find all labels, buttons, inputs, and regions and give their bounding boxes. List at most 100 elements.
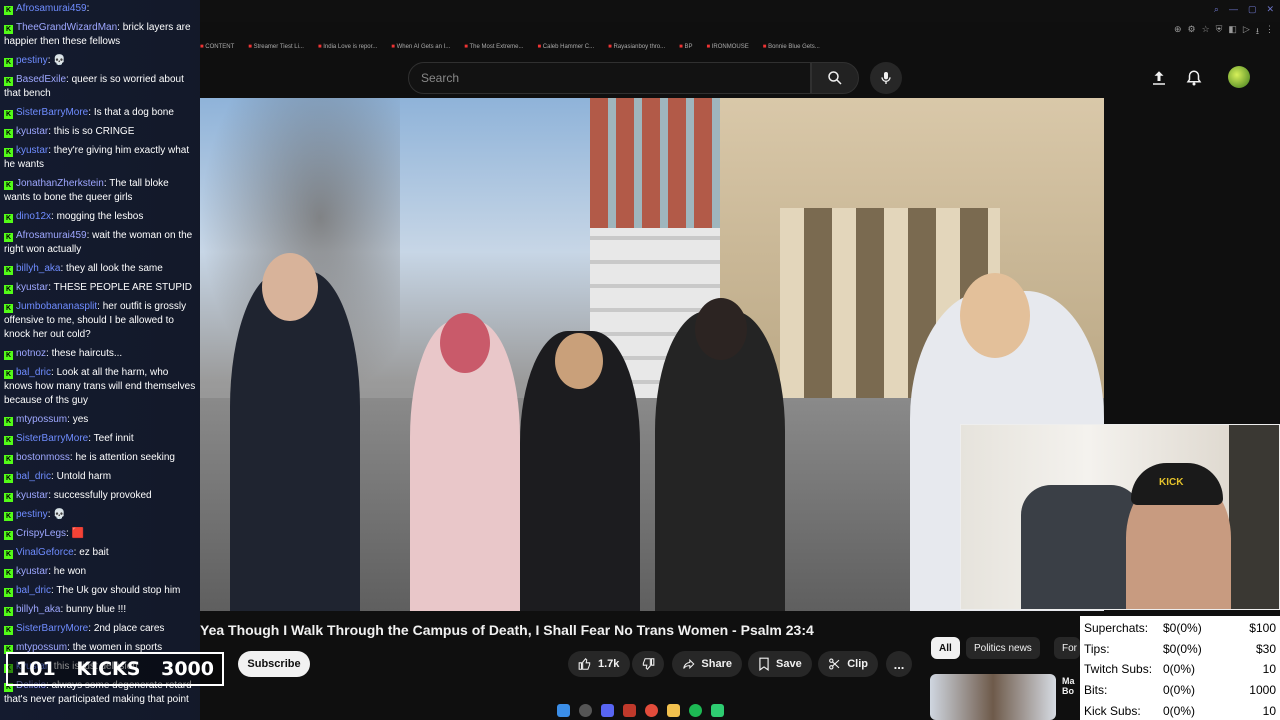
search-button[interactable] — [811, 62, 859, 94]
bookmark-item[interactable]: The Most Extreme... — [464, 44, 523, 50]
chat-username[interactable]: bal_dric — [16, 367, 51, 378]
video-person-head — [262, 253, 318, 321]
create-upload-button[interactable] — [1147, 66, 1171, 90]
chat-message: K JonathanZherkstein: The tall bloke want… — [4, 178, 169, 203]
subscribe-button[interactable]: Subscribe — [238, 651, 310, 677]
chat-username[interactable]: kyustar — [16, 145, 48, 156]
chat-username[interactable]: Afrosamurai459 — [16, 3, 87, 14]
chat-username[interactable]: VinalGeforce — [16, 547, 74, 558]
clip-button[interactable]: Clip — [818, 651, 878, 677]
menu-icon[interactable]: ⋮ — [1265, 24, 1274, 40]
discord-icon[interactable] — [600, 703, 614, 717]
chat-username[interactable]: kyustar — [16, 490, 48, 501]
windows-start-icon[interactable] — [556, 703, 570, 717]
chip-for-you[interactable]: For — [1054, 637, 1080, 659]
minimize-icon[interactable]: — — [1229, 4, 1238, 15]
app-icon[interactable] — [710, 703, 724, 717]
search-icon[interactable]: ⌕ — [1214, 4, 1219, 15]
bookmark-item[interactable]: India Love is repor... — [318, 44, 377, 50]
search-input[interactable]: Search — [408, 62, 811, 94]
like-button[interactable]: 1.7k — [568, 651, 630, 677]
up-next-title[interactable]: Ma Bo — [1062, 676, 1082, 696]
chat-username[interactable]: dino12x — [16, 211, 51, 222]
webcam-curtain — [1229, 425, 1279, 609]
chat-username[interactable]: CrispyLegs — [16, 528, 66, 539]
app-icon[interactable] — [622, 703, 636, 717]
stream-chat: K Afrosamurai459: K TheeGrandWizardMan: br… — [0, 0, 200, 720]
bookmarks-bar: CONTENT Streamer Tiest Li... India Love is… — [200, 40, 880, 54]
chat-username[interactable]: SisterBarryMore — [16, 107, 88, 118]
chat-username[interactable]: SisterBarryMore — [16, 623, 88, 634]
voice-search-button[interactable] — [870, 62, 902, 94]
chat-username[interactable]: mtypossum — [16, 414, 67, 425]
taskbar — [540, 700, 740, 720]
bookmark-item[interactable]: Caleb Hammer C... — [538, 44, 594, 50]
play-icon[interactable]: ▷ — [1243, 24, 1250, 40]
save-label: Save — [776, 658, 802, 670]
bookmark-item[interactable]: CONTENT — [200, 44, 234, 50]
webcam-overlay: KICK — [960, 424, 1280, 610]
stream-screen: ⌕ — ▢ ✕ ⊕ ⚙ ☆ ⛨ ◧ ▷ ⭳ ⋮ CONTENT Streamer … — [0, 0, 1280, 720]
folder-icon[interactable] — [666, 703, 680, 717]
chat-username[interactable]: kyustar — [16, 566, 48, 577]
chip-politics-news[interactable]: Politics news — [966, 637, 1040, 659]
chat-text: he is attention seeking — [75, 452, 175, 463]
thumbs-up-icon — [578, 657, 591, 670]
extension-icon[interactable]: ◧ — [1228, 24, 1237, 40]
kick-badge-icon: K — [4, 550, 13, 559]
kick-badge-icon: K — [4, 304, 13, 313]
bookmark-item[interactable]: Bonnie Blue Gets... — [763, 44, 820, 50]
dislike-button[interactable] — [632, 651, 664, 677]
avatar[interactable] — [1228, 66, 1250, 88]
download-icon[interactable]: ⭳ — [1256, 24, 1259, 40]
video-person-head — [555, 333, 603, 389]
chat-username[interactable]: pestiny — [16, 509, 48, 520]
settings-icon[interactable]: ⚙ — [1187, 24, 1195, 40]
chat-username[interactable]: Jumbobananasplit — [16, 301, 97, 312]
chat-message: Kkyustar: THESE PEOPLE ARE STUPID — [4, 282, 192, 294]
notifications-button[interactable] — [1182, 66, 1206, 90]
close-icon[interactable]: ✕ — [1266, 4, 1274, 15]
spotify-icon[interactable] — [688, 703, 702, 717]
taskbar-search-icon[interactable] — [578, 703, 592, 717]
kick-badge-icon: K — [4, 370, 13, 379]
bookmark-item[interactable]: When AI Gets an I... — [391, 44, 451, 50]
chat-message: K Afrosamurai459: wait the woman on the r… — [4, 230, 193, 255]
chat-username[interactable]: notnoz — [16, 348, 46, 359]
zoom-icon[interactable]: ⊕ — [1174, 24, 1182, 40]
chat-username[interactable]: billyh_aka — [16, 604, 60, 615]
bookmark-item[interactable]: IRONMOUSE — [706, 44, 749, 50]
share-button[interactable]: Share — [672, 651, 742, 677]
save-button[interactable]: Save — [748, 651, 812, 677]
window-controls[interactable]: ⌕ — ▢ ✕ — [1214, 4, 1274, 15]
donation-progress: $0(0%) — [1163, 621, 1202, 636]
bookmark-item[interactable]: Rayasianboy thro... — [608, 44, 665, 50]
chat-username[interactable]: bostonmoss — [16, 452, 70, 463]
like-count: 1.7k — [598, 658, 620, 670]
chat-username[interactable]: pestiny — [16, 55, 48, 66]
bookmark-item[interactable]: Streamer Tiest Li... — [248, 44, 304, 50]
shield-icon[interactable]: ⛨ — [1216, 24, 1223, 40]
upload-icon — [1153, 71, 1165, 85]
chat-username[interactable]: kyustar — [16, 282, 48, 293]
chat-username[interactable]: SisterBarryMore — [16, 433, 88, 444]
kicks-count: 101 — [16, 658, 56, 680]
bookmark-item[interactable]: BP — [679, 44, 692, 50]
chat-username[interactable]: bal_dric — [16, 585, 51, 596]
star-icon[interactable]: ☆ — [1202, 24, 1210, 40]
chat-username[interactable]: TheeGrandWizardMan — [16, 22, 117, 33]
up-next-thumbnail[interactable] — [930, 674, 1056, 720]
chat-username[interactable]: billyh_aka — [16, 263, 60, 274]
chat-username[interactable]: BasedExile — [16, 74, 66, 85]
chip-all[interactable]: All — [931, 637, 960, 659]
kick-badge-icon: K — [4, 417, 13, 426]
chat-username[interactable]: Afrosamurai459 — [16, 230, 87, 241]
more-actions-button[interactable]: ... — [886, 651, 912, 677]
chat-username[interactable]: JonathanZherkstein — [16, 178, 104, 189]
chat-username[interactable]: kyustar — [16, 126, 48, 137]
maximize-icon[interactable]: ▢ — [1248, 4, 1257, 15]
kick-badge-icon: K — [4, 266, 13, 275]
kick-badge-icon: K — [4, 607, 13, 616]
chat-username[interactable]: bal_dric — [16, 471, 51, 482]
chrome-icon[interactable] — [644, 703, 658, 717]
